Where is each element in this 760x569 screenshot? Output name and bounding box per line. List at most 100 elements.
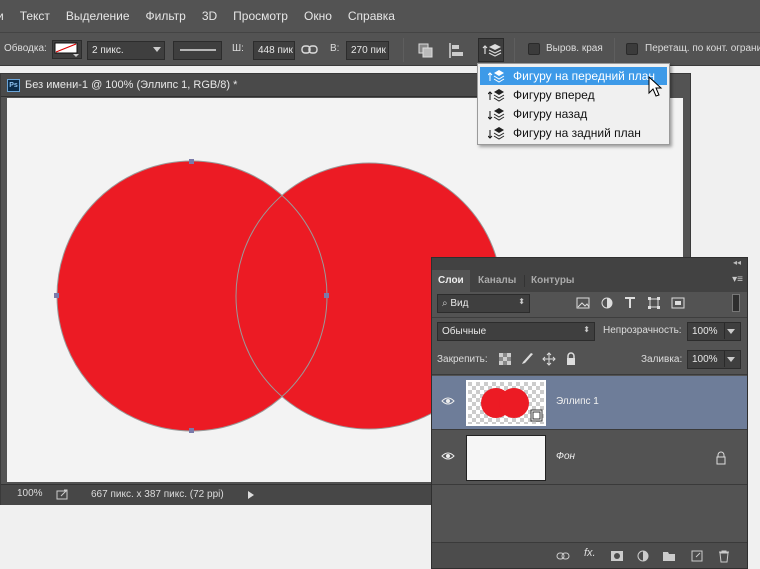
menu-window[interactable]: Окно [296, 0, 340, 32]
menu-image[interactable]: и [0, 0, 12, 32]
stroke-type-dropdown[interactable] [173, 41, 222, 60]
link-layers-icon[interactable] [556, 549, 570, 563]
filter-smart-object-icon[interactable] [671, 296, 685, 310]
bring-to-front-icon [488, 70, 505, 83]
menu-item-bring-forward[interactable]: Фигуру вперед [480, 86, 667, 104]
blend-mode-dropdown[interactable]: Обычные ⬍ [437, 322, 595, 341]
panel-footer: fx. [432, 542, 747, 568]
menu-item-label: Фигуру на передний план [513, 69, 656, 83]
visibility-eye-icon[interactable] [441, 396, 455, 406]
export-icon[interactable] [56, 489, 70, 501]
stroke-size-value: 2 пикс. [92, 45, 124, 56]
document-tab[interactable]: Ps Без имени-1 @ 100% (Эллипс 1, RGB/8) … [1, 74, 479, 97]
play-arrow-icon[interactable] [247, 490, 255, 500]
menu-item-bring-to-front[interactable]: Фигуру на передний план [480, 67, 667, 85]
path-operations-icon[interactable] [415, 40, 437, 60]
menu-item-send-backward[interactable]: Фигуру назад [480, 105, 667, 123]
align-edges-label: Выров. края [546, 43, 603, 54]
stroke-color-swatch[interactable] [52, 40, 82, 59]
layer-name: Эллипс 1 [556, 396, 599, 407]
menu-3d[interactable]: 3D [194, 0, 225, 32]
path-arrangement-button[interactable] [478, 38, 504, 62]
width-field[interactable]: 448 пик [253, 41, 295, 60]
constrain-checkbox[interactable] [626, 43, 638, 55]
updown-icon: ⬍ [583, 325, 590, 334]
send-backward-icon [488, 108, 505, 121]
menu-item-label: Фигуру вперед [513, 88, 595, 102]
anchor-point-bottom [189, 428, 194, 433]
layer-filter-dropdown[interactable]: ⌕ Вид ⬍ [437, 294, 530, 313]
filter-type-icon[interactable] [623, 296, 637, 310]
updown-icon: ⬍ [518, 297, 525, 306]
chevron-down-icon [727, 329, 735, 334]
chevron-down-icon [153, 47, 161, 52]
mouse-cursor-icon [648, 76, 663, 97]
height-field[interactable]: 270 пик [346, 41, 389, 60]
stroke-label: Обводка: [4, 43, 47, 54]
new-group-icon[interactable] [662, 549, 676, 563]
collapse-icon[interactable]: ◂◂ [733, 258, 741, 267]
lock-icon [716, 451, 726, 465]
filter-pixel-icon[interactable] [576, 296, 590, 310]
ellipse-left [57, 161, 327, 431]
new-adjustment-icon[interactable] [636, 549, 650, 563]
document-title: Без имени-1 @ 100% (Эллипс 1, RGB/8) * [25, 79, 238, 91]
filter-shape-icon[interactable] [647, 296, 661, 310]
separator [614, 38, 615, 62]
lock-position-icon[interactable] [542, 352, 556, 366]
filter-adjustment-icon[interactable] [600, 296, 614, 310]
layers-panel: ◂◂ Слои Каналы Контуры ▾≡ ⌕ Вид ⬍ Обычны… [431, 257, 748, 569]
tab-layers[interactable]: Слои [432, 270, 470, 292]
stroke-size-field[interactable]: 2 пикс. [87, 41, 165, 60]
menu-filter[interactable]: Фильтр [138, 0, 194, 32]
lock-transparent-pixels-icon[interactable] [498, 352, 512, 366]
menu-view[interactable]: Просмотр [225, 0, 296, 32]
align-edges-checkbox[interactable] [528, 43, 540, 55]
anchor-point-left [54, 293, 59, 298]
link-icon[interactable] [301, 42, 319, 58]
lock-brush-icon[interactable] [520, 352, 534, 366]
layer-row-background[interactable]: Фон [432, 431, 747, 485]
divider [432, 317, 747, 318]
blend-mode-value: Обычные [442, 326, 487, 337]
fill-label: Заливка: [641, 354, 683, 365]
panel-tabs: Слои Каналы Контуры ▾≡ [432, 270, 747, 292]
panel-header: ◂◂ [432, 258, 747, 270]
panel-menu-icon[interactable]: ▾≡ [732, 274, 743, 285]
tab-channels[interactable]: Каналы [472, 270, 522, 292]
layer-style-fx-icon[interactable]: fx. [584, 547, 598, 561]
menu-text[interactable]: Текст [12, 0, 58, 32]
add-mask-icon[interactable] [610, 549, 624, 563]
new-layer-icon[interactable] [690, 549, 704, 563]
tab-paths[interactable]: Контуры [525, 270, 580, 292]
fill-field[interactable]: 100% [687, 350, 741, 369]
visibility-eye-icon[interactable] [441, 451, 455, 461]
opacity-field[interactable]: 100% [687, 322, 741, 341]
separator [403, 38, 404, 62]
stroke-swatch-icon [54, 42, 79, 57]
layer-row-ellipse[interactable]: Эллипс 1 [432, 376, 747, 430]
document-info: 667 пикс. x 387 пикс. (72 ppi) [91, 489, 224, 500]
layer-name: Фон [556, 451, 576, 462]
menu-item-send-to-back[interactable]: Фигуру на задний план [480, 124, 667, 142]
menu-bar: и Текст Выделение Фильтр 3D Просмотр Окн… [0, 0, 760, 32]
path-alignment-icon[interactable] [446, 40, 468, 60]
layer-thumbnail-background [466, 435, 546, 481]
solid-line-icon [180, 49, 216, 51]
separator [514, 38, 515, 62]
zoom-level[interactable]: 100% [17, 488, 43, 499]
opacity-slider-toggle[interactable] [724, 323, 738, 339]
filter-toggle-switch[interactable] [732, 294, 740, 312]
divider [432, 374, 747, 375]
menu-item-label: Фигуру на задний план [513, 126, 641, 140]
lock-all-icon[interactable] [564, 352, 578, 366]
arrange-stack-icon [482, 44, 502, 57]
ellipse-thumbnail [468, 382, 544, 424]
height-label: В: [330, 43, 340, 54]
menu-help[interactable]: Справка [340, 0, 403, 32]
filter-kind-value: Вид [450, 298, 469, 309]
ps-file-icon: Ps [7, 79, 20, 92]
trash-icon[interactable] [717, 549, 731, 563]
fill-slider-toggle[interactable] [724, 351, 738, 367]
menu-select[interactable]: Выделение [58, 0, 138, 32]
